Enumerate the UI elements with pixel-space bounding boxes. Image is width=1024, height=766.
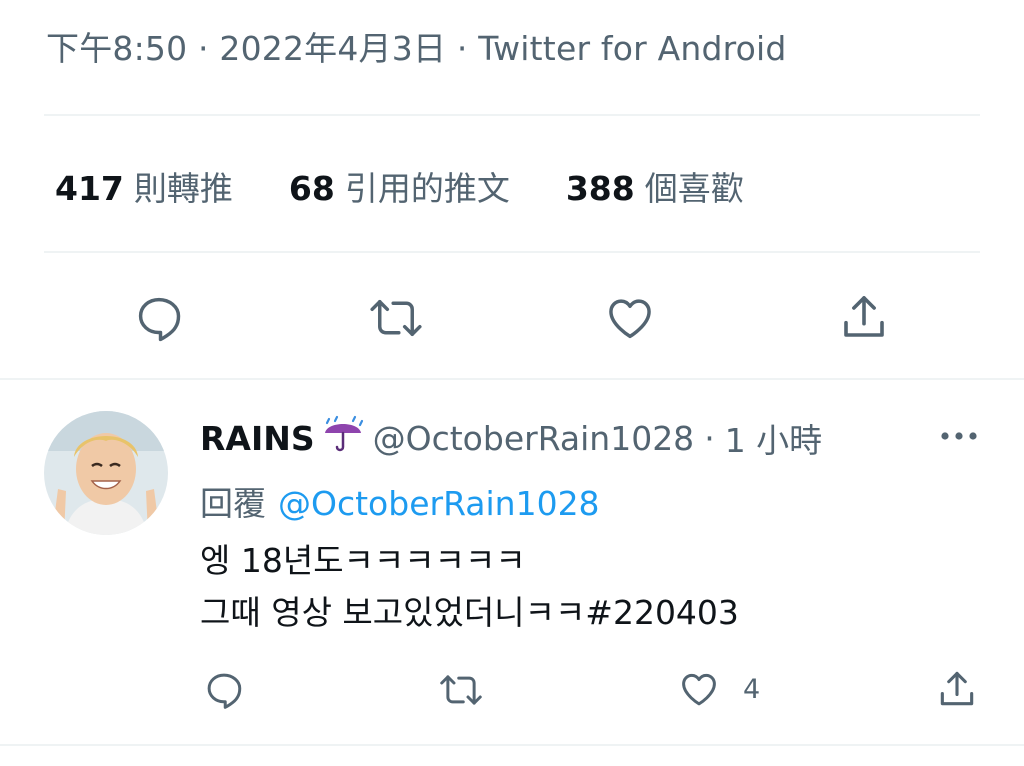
tweet-timestamp[interactable]: 下午8:50 · 2022年4月3日 · Twitter for Android [46, 22, 787, 70]
like-count-total: 388 [565, 169, 635, 208]
share-icon[interactable] [836, 290, 892, 344]
reply-like-count: 4 [743, 674, 761, 705]
replying-to-label: 回覆 [200, 484, 266, 523]
like-icon[interactable] [603, 292, 657, 344]
tweet-text-line: 엥 18년도ㅋㅋㅋㅋㅋㅋ [200, 541, 526, 580]
avatar[interactable] [44, 411, 168, 535]
reply-time[interactable]: 1 小時 [725, 414, 823, 462]
divider [0, 744, 1024, 746]
quote-label: 引用的推文 [344, 169, 510, 208]
reply-header: RAINS @OctoberRain1028 · 1 小時 [200, 414, 822, 462]
like-stat[interactable]: 388 個喜歡 [566, 162, 744, 210]
reply-icon[interactable] [203, 669, 245, 711]
umbrella-with-rain-icon [321, 415, 365, 461]
like-icon[interactable] [677, 668, 721, 710]
tweet-stats: 417 則轉推 68 引用的推文 388 個喜歡 [55, 162, 800, 210]
divider [44, 251, 980, 253]
quote-count: 68 [288, 169, 335, 208]
more-options-icon[interactable] [939, 426, 979, 450]
separator: · [704, 418, 715, 458]
quote-stat[interactable]: 68 引用的推文 [289, 162, 510, 210]
user-handle[interactable]: @OctoberRain1028 [373, 419, 695, 458]
retweet-label: 則轉推 [133, 169, 233, 208]
tweet-detail-page: 下午8:50 · 2022年4月3日 · Twitter for Android… [0, 0, 1024, 766]
share-icon[interactable] [935, 667, 979, 711]
retweet-count: 417 [55, 169, 124, 208]
tweet-text-line: 그때 영상 보고있었더니ㅋㅋ#220403 [200, 593, 739, 632]
display-name[interactable]: RAINS [200, 419, 315, 458]
divider [0, 378, 1024, 380]
like-label: 個喜歡 [644, 169, 744, 208]
divider [44, 114, 980, 116]
retweet-stat[interactable]: 417 則轉推 [55, 162, 233, 210]
reply-icon[interactable] [133, 292, 185, 344]
retweet-icon[interactable] [437, 669, 485, 711]
replying-to: 回覆 @OctoberRain1028 [200, 477, 600, 525]
replying-to-handle[interactable]: @OctoberRain1028 [278, 484, 600, 523]
retweet-icon[interactable] [367, 292, 425, 344]
